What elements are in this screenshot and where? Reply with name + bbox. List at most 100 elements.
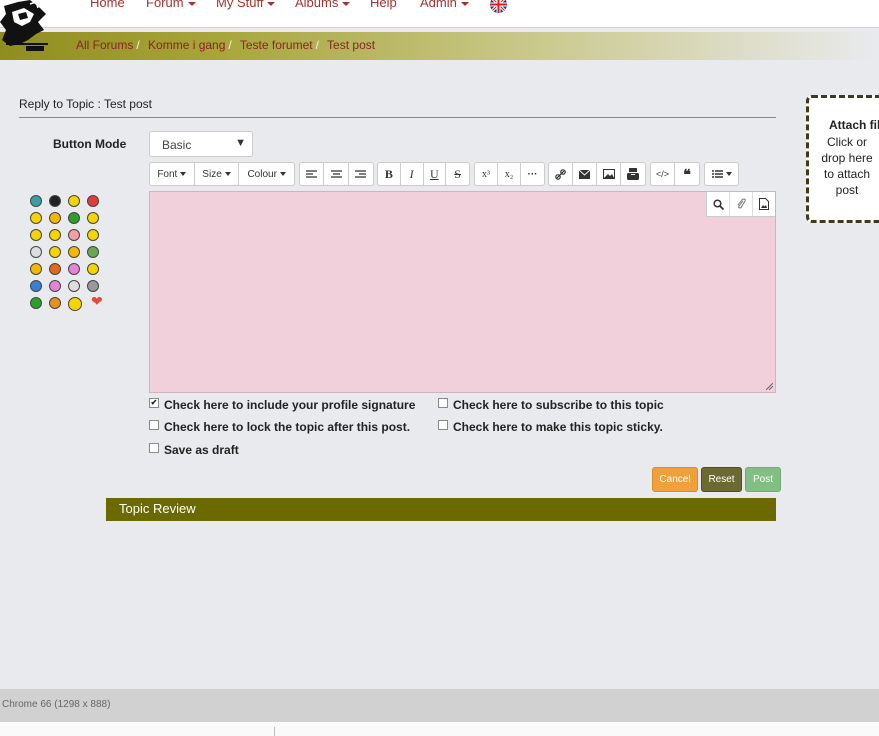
list-icon: [711, 169, 723, 178]
checkbox-checked[interactable]: ✔: [149, 398, 159, 408]
draft-checkbox[interactable]: Save as draft: [149, 443, 239, 457]
site-logo-icon[interactable]: [0, 0, 50, 56]
link-button[interactable]: [549, 163, 573, 185]
image-button[interactable]: [597, 163, 621, 185]
emoticon-icon[interactable]: [49, 297, 61, 309]
attach-file-dropzone[interactable]: Attach fil Click or drop here to attach …: [806, 95, 879, 223]
checkbox[interactable]: [149, 443, 159, 453]
emoticon-icon[interactable]: [68, 229, 80, 241]
list-dropdown[interactable]: [705, 163, 738, 185]
nav-home-label: Home: [90, 0, 125, 10]
list-toolbar-group: [704, 162, 739, 186]
file-image-icon: [759, 198, 769, 210]
emoticon-icon[interactable]: [68, 246, 80, 258]
envelope-icon: [579, 169, 590, 179]
button-mode-select[interactable]: Basic ▼: [149, 131, 253, 157]
link-icon: [555, 168, 566, 180]
emoticon-icon[interactable]: [49, 263, 61, 275]
top-navigation: Home Forum My Stuff Albums Help Admin: [0, 0, 879, 28]
insert-toolbar-group: [548, 162, 646, 186]
checkbox[interactable]: [438, 420, 448, 430]
post-button[interactable]: Post: [745, 467, 781, 492]
breadcrumb-current: Test post: [327, 38, 376, 52]
lock-label: Check here to lock the topic after this …: [164, 420, 411, 434]
search-icon: [712, 198, 724, 210]
heart-icon[interactable]: ❤: [91, 294, 103, 308]
quote-button[interactable]: ❝: [675, 163, 699, 185]
emoticon-icon[interactable]: [49, 280, 61, 292]
preview-button[interactable]: [707, 192, 729, 216]
font-dropdown[interactable]: Font: [150, 163, 195, 185]
superscript-button[interactable]: x³: [475, 163, 498, 185]
bold-button[interactable]: B: [378, 163, 401, 185]
emoticon-icon[interactable]: [49, 229, 61, 241]
checkbox[interactable]: [149, 420, 159, 430]
reset-button[interactable]: Reset: [701, 467, 742, 492]
emoticon-icon[interactable]: [49, 246, 61, 258]
nav-my-stuff-label: My Stuff: [216, 0, 264, 10]
code-button[interactable]: </>: [651, 163, 676, 185]
emoticon-icon[interactable]: [68, 212, 80, 224]
strikethrough-button[interactable]: S: [446, 163, 469, 185]
breadcrumb-all-forums[interactable]: All Forums: [76, 38, 133, 52]
emoticon-icon[interactable]: [30, 280, 42, 292]
button-mode-label: Button Mode: [53, 137, 127, 151]
nav-home[interactable]: Home: [90, 0, 125, 10]
nav-admin[interactable]: Admin: [420, 0, 469, 10]
nav-albums[interactable]: Albums: [295, 0, 351, 10]
sticky-checkbox[interactable]: Check here to make this topic sticky.: [438, 420, 663, 434]
subscribe-checkbox[interactable]: Check here to subscribe to this topic: [438, 398, 664, 412]
colour-dropdown[interactable]: Colour: [239, 163, 294, 185]
more-button[interactable]: ···: [521, 163, 544, 185]
nav-forum[interactable]: Forum: [146, 0, 196, 10]
nav-help[interactable]: Help: [370, 0, 397, 10]
align-left-button[interactable]: [300, 163, 325, 185]
size-dropdown[interactable]: Size: [195, 163, 240, 185]
emoticon-icon[interactable]: [49, 195, 61, 207]
breadcrumb-komme-i-gang[interactable]: Komme i gang: [148, 38, 225, 52]
cancel-button[interactable]: Cancel: [652, 467, 698, 492]
emoticon-icon[interactable]: [30, 246, 42, 258]
block-toolbar-group: </> ❝: [650, 162, 700, 186]
emoticon-icon[interactable]: [87, 212, 99, 224]
emoticon-icon[interactable]: [30, 263, 42, 275]
attach-instructions: Click or drop here to attach post: [821, 135, 873, 197]
breadcrumb-teste-forumet[interactable]: Teste forumet: [240, 38, 313, 52]
align-center-button[interactable]: [324, 163, 349, 185]
align-right-button[interactable]: [349, 163, 373, 185]
video-button[interactable]: [621, 163, 645, 185]
subscript-button[interactable]: x₂: [498, 163, 521, 185]
emoticon-icon[interactable]: [30, 212, 42, 224]
email-button[interactable]: [573, 163, 597, 185]
signature-checkbox[interactable]: ✔ Check here to include your profile sign…: [149, 398, 415, 412]
nav-albums-label: Albums: [295, 0, 339, 10]
italic-button[interactable]: I: [401, 163, 424, 185]
code-icon: </>: [656, 169, 670, 179]
chevron-down-icon: [180, 172, 187, 176]
checkbox[interactable]: [438, 398, 448, 408]
lock-checkbox[interactable]: Check here to lock the topic after this …: [149, 420, 410, 434]
emoticon-icon[interactable]: [49, 212, 61, 224]
upload-image-button[interactable]: [752, 192, 775, 216]
emoticon-icon[interactable]: [87, 263, 99, 275]
emoticon-icon[interactable]: [68, 263, 80, 275]
emoticon-icon[interactable]: [87, 195, 99, 207]
emoticon-icon[interactable]: [87, 229, 99, 241]
thumbs-up-emoticon-icon[interactable]: [68, 297, 82, 311]
chevron-down-icon: [725, 172, 732, 176]
emoticon-icon[interactable]: [68, 280, 80, 292]
chevron-down-icon: [279, 172, 286, 176]
emoticon-icon[interactable]: [30, 229, 42, 241]
emoticon-icon[interactable]: [30, 297, 42, 309]
emoticon-icon[interactable]: [68, 195, 80, 207]
uk-flag-icon[interactable]: [490, 0, 507, 13]
emoticon-icon[interactable]: [30, 195, 42, 207]
chevron-down-icon: [460, 1, 469, 6]
underline-button[interactable]: U: [424, 163, 447, 185]
emoticon-icon[interactable]: [87, 246, 99, 258]
nav-my-stuff[interactable]: My Stuff: [216, 0, 276, 10]
emoticon-icon[interactable]: [87, 280, 99, 292]
resize-handle-icon[interactable]: [766, 383, 773, 390]
attach-button[interactable]: [729, 192, 752, 216]
message-editor[interactable]: [149, 191, 776, 393]
